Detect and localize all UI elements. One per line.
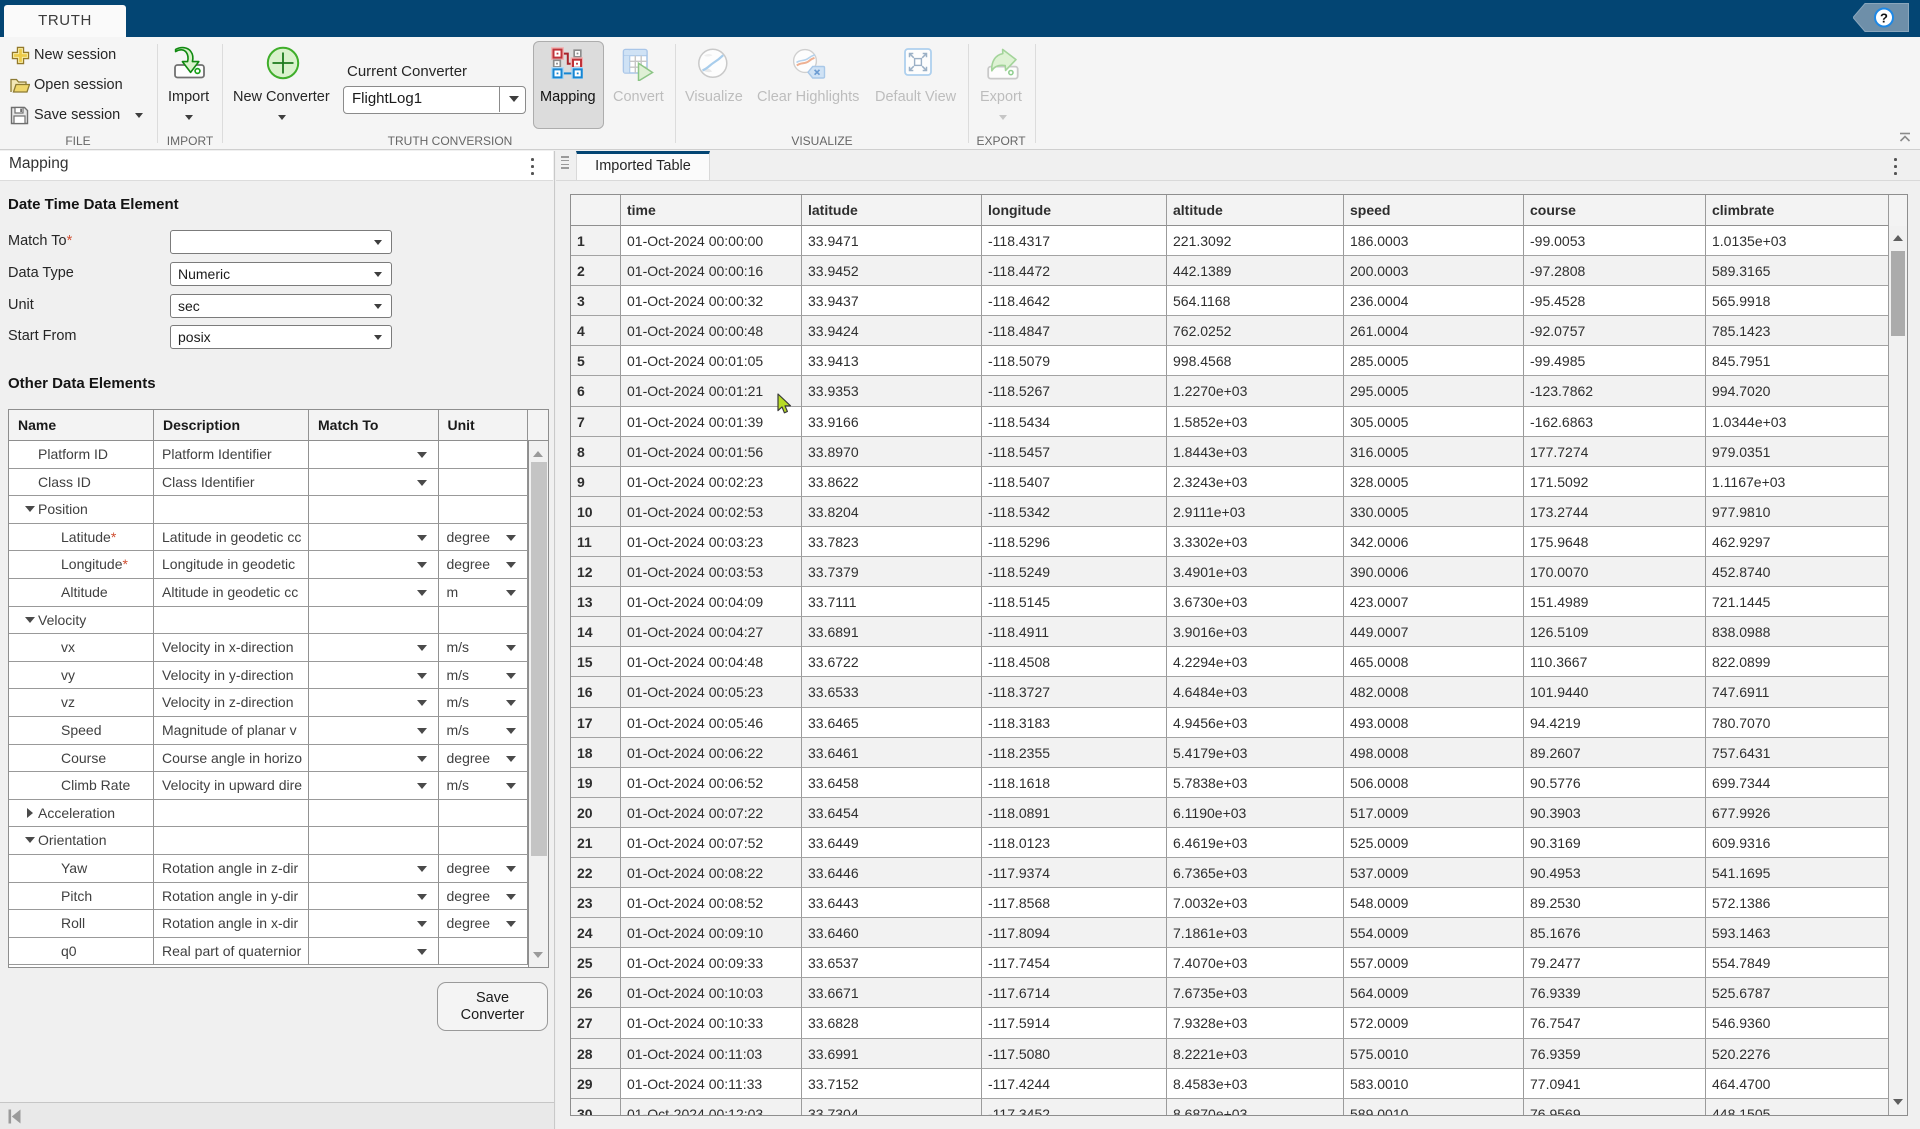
svg-text:?: ?: [1880, 11, 1888, 26]
